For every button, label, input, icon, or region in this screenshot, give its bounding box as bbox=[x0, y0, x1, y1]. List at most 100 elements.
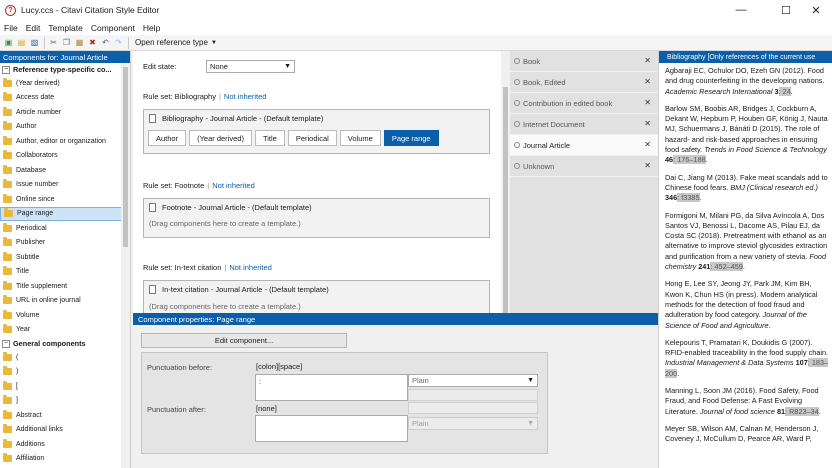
component-item[interactable]: Database bbox=[0, 163, 130, 178]
type-contribution[interactable]: Contribution in edited book ✕ bbox=[510, 93, 658, 114]
component-item[interactable]: Additions bbox=[0, 437, 130, 452]
close-icon[interactable]: ✕ bbox=[644, 56, 651, 65]
component-item-selected[interactable]: Page range bbox=[0, 206, 130, 221]
component-item[interactable]: Access date bbox=[0, 91, 130, 106]
component-item[interactable]: ] bbox=[0, 394, 130, 409]
radio-icon bbox=[514, 58, 520, 64]
cut-icon[interactable]: ✂ bbox=[49, 38, 58, 47]
component-item[interactable]: Publisher bbox=[0, 236, 130, 251]
entry-pages: R823–34 bbox=[789, 406, 819, 416]
component-item[interactable]: Subtitle bbox=[0, 250, 130, 265]
new-icon[interactable]: ▣ bbox=[4, 38, 13, 47]
type-unknown[interactable]: Unknown ✕ bbox=[510, 156, 658, 177]
component-item[interactable]: Title supplement bbox=[0, 279, 130, 294]
type-internet-document[interactable]: Internet Document ✕ bbox=[510, 114, 658, 135]
edit-component-button[interactable]: Edit component... bbox=[141, 333, 347, 348]
type-journal-article[interactable]: Journal Article ✕ bbox=[510, 135, 658, 156]
chip-volume[interactable]: Volume bbox=[339, 130, 381, 146]
separator: | bbox=[207, 181, 210, 190]
component-item[interactable]: Author bbox=[0, 120, 130, 135]
open-reference-type-button[interactable]: Open reference type ▼ bbox=[135, 38, 217, 47]
component-item[interactable]: ( bbox=[0, 350, 130, 365]
punctuation-after-input[interactable] bbox=[255, 415, 408, 442]
copy-icon[interactable]: ❐ bbox=[62, 38, 71, 47]
collapse-icon[interactable]: − bbox=[2, 339, 10, 348]
formatting-bar bbox=[408, 389, 538, 401]
save-icon[interactable]: ▧ bbox=[30, 38, 39, 47]
scrollbar-thumb[interactable] bbox=[123, 67, 128, 247]
chevron-down-icon: ▼ bbox=[210, 39, 217, 46]
component-item[interactable]: Collaborators bbox=[0, 149, 130, 164]
component-item[interactable]: Year bbox=[0, 323, 130, 338]
chip-page-range[interactable]: Page range bbox=[383, 130, 439, 146]
components-panel-header: Components for: Journal Article bbox=[0, 51, 130, 63]
templates-scrollbar[interactable] bbox=[501, 51, 510, 313]
type-book-edited[interactable]: Book, Edited ✕ bbox=[510, 72, 658, 93]
open-folder-icon[interactable]: ▤ bbox=[17, 38, 26, 47]
entry-pages: f3385 bbox=[681, 193, 700, 203]
scrollbar-thumb[interactable] bbox=[503, 87, 508, 313]
menu-template[interactable]: Template bbox=[44, 23, 87, 33]
component-item[interactable]: (Year derived) bbox=[0, 76, 130, 91]
punctuation-after-style-select[interactable]: Plain ▼ bbox=[408, 417, 538, 430]
component-item[interactable]: [ bbox=[0, 379, 130, 394]
component-item[interactable]: Article number bbox=[0, 105, 130, 120]
entry-text: Formigoni M, Milani PG, da Silva Avíncol… bbox=[665, 210, 828, 261]
maximize-icon[interactable]: ☐ bbox=[770, 0, 802, 20]
component-item[interactable]: Issue number bbox=[0, 178, 130, 193]
menu-file[interactable]: File bbox=[0, 23, 22, 33]
menu-component[interactable]: Component bbox=[87, 23, 139, 33]
group-general-components[interactable]: − General components bbox=[0, 337, 130, 350]
component-item[interactable]: ) bbox=[0, 365, 130, 380]
template-name: Footnote - Journal Article - (Default te… bbox=[162, 203, 312, 212]
component-item[interactable]: Title bbox=[0, 265, 130, 280]
bibliography-entry: Agbaraji EC, Ochulor DO, Ezeh GN (2012).… bbox=[659, 66, 832, 97]
footnote-template[interactable]: Footnote - Journal Article - (Default te… bbox=[143, 198, 490, 238]
folder-icon bbox=[3, 309, 12, 319]
component-item[interactable]: Affiliation bbox=[0, 452, 130, 467]
type-label: Contribution in edited book bbox=[523, 98, 613, 108]
type-book[interactable]: Book ✕ bbox=[510, 51, 658, 72]
collapse-icon[interactable]: − bbox=[2, 65, 10, 74]
components-scrollbar[interactable] bbox=[121, 63, 130, 468]
bibliography-header: Bibliography [Only references of the cur… bbox=[659, 51, 832, 63]
component-label: URL in online journal bbox=[16, 297, 81, 305]
chip-periodical[interactable]: Periodical bbox=[287, 130, 337, 146]
folder-icon bbox=[3, 324, 12, 334]
close-icon[interactable]: ✕ bbox=[644, 77, 651, 86]
folder-icon bbox=[3, 453, 12, 463]
inheritance-link[interactable]: Not inherited bbox=[212, 181, 255, 190]
entry-pages: 176–188 bbox=[677, 155, 706, 165]
component-item[interactable]: Additional links bbox=[0, 423, 130, 438]
in-text-template[interactable]: In-text citation - Journal Article - (De… bbox=[143, 280, 490, 313]
chip-title[interactable]: Title bbox=[254, 130, 285, 146]
delete-icon[interactable]: ✖ bbox=[88, 38, 97, 47]
minimize-icon[interactable]: — bbox=[725, 0, 757, 20]
component-item[interactable]: URL in online journal bbox=[0, 294, 130, 309]
component-item[interactable]: Abstract bbox=[0, 408, 130, 423]
inheritance-link[interactable]: Not inherited bbox=[224, 92, 267, 101]
inheritance-link[interactable]: Not inherited bbox=[229, 263, 272, 272]
component-item[interactable]: Periodical bbox=[0, 221, 130, 236]
bibliography-template[interactable]: Bibliography - Journal Article - (Defaul… bbox=[143, 109, 490, 154]
component-item[interactable]: Volume bbox=[0, 308, 130, 323]
close-icon[interactable]: ✕ bbox=[644, 98, 651, 107]
close-icon[interactable]: ✕ bbox=[644, 161, 651, 170]
component-item[interactable]: Online since bbox=[0, 192, 130, 207]
menu-help[interactable]: Help bbox=[139, 23, 164, 33]
group-reference-specific[interactable]: − Reference type-specific co... bbox=[0, 63, 130, 76]
component-item[interactable]: Author, editor or organization bbox=[0, 134, 130, 149]
paste-icon[interactable]: ▦ bbox=[75, 38, 84, 47]
punctuation-before-style-select[interactable]: Plain ▼ bbox=[408, 374, 538, 387]
edit-state-select[interactable]: None ▼ bbox=[206, 60, 295, 73]
close-icon[interactable]: ✕ bbox=[644, 140, 651, 149]
close-icon[interactable]: ✕ bbox=[644, 119, 651, 128]
punctuation-before-label: Punctuation before: bbox=[147, 363, 213, 372]
chip-author[interactable]: Author bbox=[148, 130, 187, 146]
punctuation-before-input[interactable]: : bbox=[255, 374, 408, 401]
chip-year-derived[interactable]: (Year derived) bbox=[189, 130, 252, 146]
menu-edit[interactable]: Edit bbox=[22, 23, 45, 33]
undo-icon[interactable]: ↶ bbox=[101, 38, 110, 47]
redo-icon[interactable]: ↷ bbox=[114, 38, 123, 47]
close-icon[interactable]: ✕ bbox=[800, 0, 832, 20]
